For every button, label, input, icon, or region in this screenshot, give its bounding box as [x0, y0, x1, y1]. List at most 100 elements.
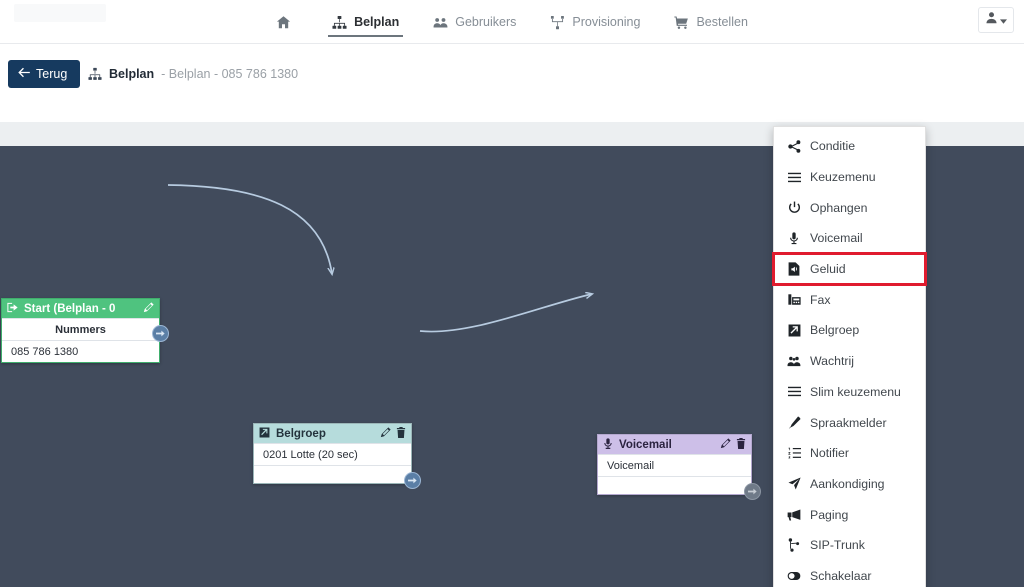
breadcrumb-title: Belplan — [109, 67, 155, 81]
node-row: 0201 Lotte (20 sec) — [254, 443, 411, 465]
node-row-empty — [254, 465, 411, 483]
app-root: Belplan Gebruikers Provisioning Bestelle… — [0, 0, 1024, 587]
sitemap-icon — [88, 67, 102, 81]
breadcrumb-rest: - Belplan - 085 786 1380 — [161, 67, 299, 81]
microphone-icon — [787, 232, 801, 245]
dropdown-item-wachtrij[interactable]: Wachtrij — [774, 346, 925, 377]
breadcrumb: Belplan - Belplan - 085 786 1380 — [88, 67, 298, 81]
node-output-port[interactable] — [404, 472, 421, 489]
sign-in-icon — [7, 302, 18, 316]
list-ol-icon — [787, 447, 801, 459]
top-navigation-bar: Belplan Gebruikers Provisioning Bestelle… — [0, 0, 1024, 44]
fax-icon — [787, 293, 801, 306]
group-call-icon — [787, 324, 801, 337]
node-title: Voicemail — [619, 438, 672, 451]
flow-node-voicemail[interactable]: Voicemail Voicemail — [597, 434, 761, 500]
bars-icon — [787, 172, 801, 183]
bullhorn-icon — [787, 509, 801, 521]
nav-home[interactable] — [272, 0, 302, 44]
node-header: Start (Belplan - 0 — [2, 299, 159, 318]
dropdown-item-belgroep[interactable]: Belgroep — [774, 315, 925, 346]
dropdown-item-sip-trunk[interactable]: SIP-Trunk — [774, 530, 925, 561]
dropdown-item-label: Geluid — [810, 262, 846, 277]
nav-belplan-label: Belplan — [354, 15, 400, 29]
node-title: Start (Belplan - 0 — [24, 302, 116, 315]
nav-bestellen[interactable]: Bestellen — [670, 0, 751, 44]
node-row: 085 786 1380 — [2, 340, 159, 362]
dropdown-item-fax[interactable]: Fax — [774, 284, 925, 315]
dropdown-item-label: Notifier — [810, 446, 849, 461]
dropdown-item-label: Ophangen — [810, 200, 868, 215]
toggle-icon — [787, 571, 801, 581]
add-action-dropdown-menu[interactable]: Conditie Keuzemenu Ophangen Voicemail Ge… — [772, 126, 927, 587]
dropdown-item-label: Schakelaar — [810, 568, 872, 583]
group-call-icon — [259, 427, 270, 441]
dropdown-item-slim-keuzemenu[interactable]: Slim keuzemenu — [774, 377, 925, 408]
node-actions — [380, 426, 406, 441]
node-output-port[interactable] — [744, 483, 761, 500]
nav-gebruikers[interactable]: Gebruikers — [429, 0, 520, 44]
chevron-down-icon — [1000, 11, 1007, 29]
sip-trunk-icon — [787, 538, 801, 552]
power-off-icon — [787, 201, 801, 214]
file-audio-icon — [787, 262, 801, 276]
dropdown-item-ophangen[interactable]: Ophangen — [774, 192, 925, 223]
node-actions — [720, 437, 746, 452]
dropdown-item-label: Belgroep — [810, 323, 860, 338]
dropdown-item-label: Keuzemenu — [810, 170, 876, 185]
nav-items: Belplan Gebruikers Provisioning Bestelle… — [0, 0, 1024, 44]
share-alt-icon — [787, 140, 801, 153]
provisioning-icon — [550, 15, 565, 30]
node-title: Belgroep — [276, 427, 326, 440]
edit-icon[interactable] — [143, 301, 154, 316]
dropdown-item-label: Voicemail — [810, 231, 863, 246]
nav-provisioning[interactable]: Provisioning — [546, 0, 644, 44]
sitemap-icon — [332, 15, 347, 30]
dropdown-item-keuzemenu[interactable]: Keuzemenu — [774, 162, 925, 193]
edit-icon[interactable] — [380, 426, 391, 441]
edit-icon[interactable] — [720, 437, 731, 452]
dropdown-item-label: Conditie — [810, 139, 856, 154]
users-icon — [787, 355, 801, 367]
trash-icon[interactable] — [396, 426, 406, 441]
dropdown-item-label: Wachtrij — [810, 354, 854, 369]
node-row: Nummers — [2, 318, 159, 340]
user-icon — [985, 11, 998, 29]
arrow-left-icon — [18, 67, 30, 81]
dropdown-item-label: Spraakmelder — [810, 415, 887, 430]
dropdown-item-paging[interactable]: Paging — [774, 499, 925, 530]
dropdown-item-schakelaar[interactable]: Schakelaar — [774, 561, 925, 587]
dropdown-item-label: Aankondiging — [810, 476, 885, 491]
flow-node-start[interactable]: Start (Belplan - 0 Nummers 085 786 1380 — [1, 298, 169, 363]
nav-gebruikers-label: Gebruikers — [455, 15, 517, 29]
user-menu-button[interactable] — [978, 7, 1014, 33]
node-header: Voicemail — [598, 435, 751, 454]
dropdown-item-conditie[interactable]: Conditie — [774, 131, 925, 162]
node-row: Voicemail — [598, 454, 751, 476]
nav-belplan[interactable]: Belplan — [328, 0, 404, 44]
back-button-label: Terug — [36, 67, 68, 81]
flow-node-belgroep[interactable]: Belgroep 0201 Lotte (20 sec) — [253, 423, 421, 489]
cart-icon — [674, 15, 689, 30]
trash-icon[interactable] — [736, 437, 746, 452]
dropdown-item-label: Fax — [810, 292, 831, 307]
paper-plane-icon — [787, 477, 801, 490]
dropdown-item-voicemail[interactable]: Voicemail — [774, 223, 925, 254]
dropdown-item-aankondiging[interactable]: Aankondiging — [774, 469, 925, 500]
microphone-icon — [603, 437, 613, 452]
back-button[interactable]: Terug — [8, 60, 81, 88]
node-row-empty — [598, 476, 751, 494]
node-header: Belgroep — [254, 424, 411, 443]
dropdown-item-notifier[interactable]: Notifier — [774, 438, 925, 469]
node-output-port[interactable] — [152, 325, 169, 342]
dropdown-item-spraakmelder[interactable]: Spraakmelder — [774, 407, 925, 438]
home-icon — [276, 15, 291, 30]
nav-provisioning-label: Provisioning — [572, 15, 641, 29]
node-actions — [143, 301, 154, 316]
dropdown-item-label: Slim keuzemenu — [810, 384, 901, 399]
dropdown-item-geluid[interactable]: Geluid — [772, 251, 927, 287]
editor-toolbar: Terug Belplan - Belplan - 085 786 1380 B… — [0, 45, 1024, 161]
users-icon — [433, 15, 448, 30]
dropdown-item-label: SIP-Trunk — [810, 538, 865, 553]
microphone-alt-icon — [787, 416, 801, 429]
